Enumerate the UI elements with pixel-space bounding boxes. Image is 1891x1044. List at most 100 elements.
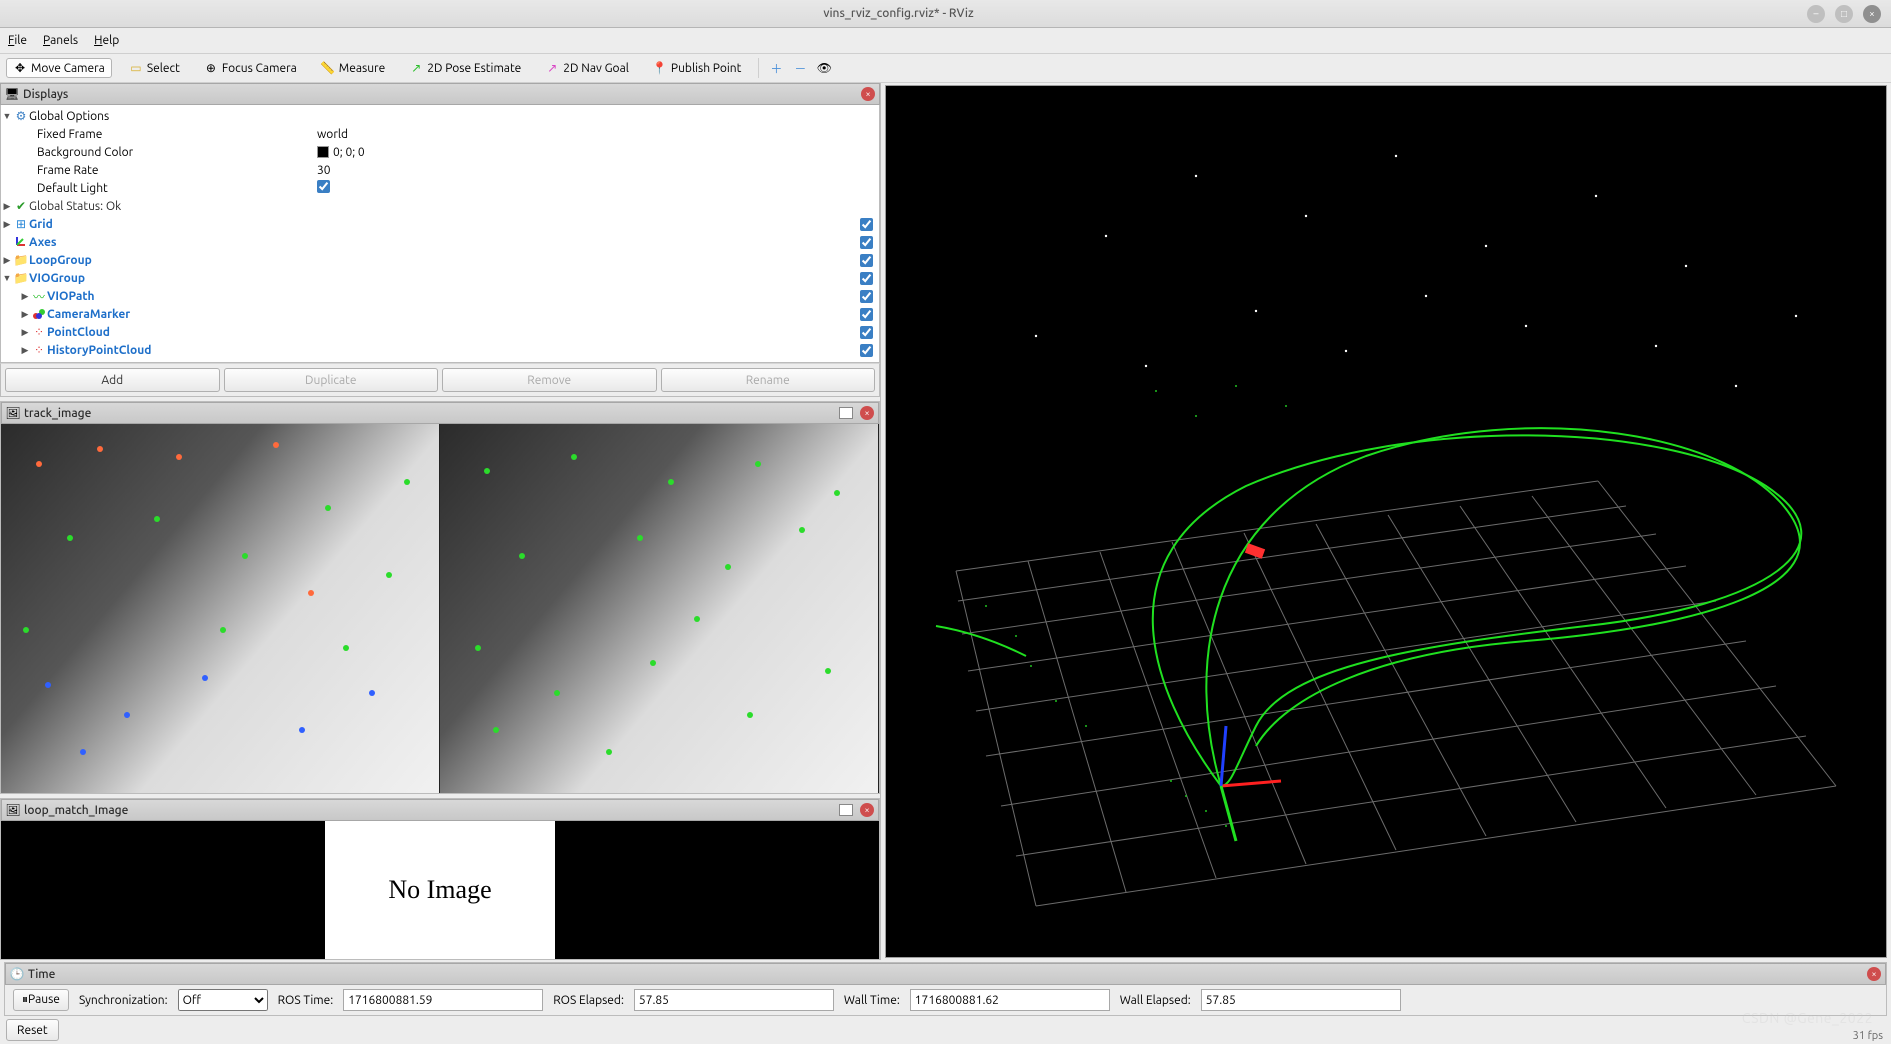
viogroup-checkbox[interactable] bbox=[860, 272, 873, 285]
marker-icon bbox=[31, 306, 47, 323]
loop-image-view[interactable]: No Image bbox=[1, 821, 879, 959]
loop-image-header[interactable]: 🖼 loop_match_Image × bbox=[1, 799, 879, 821]
time-panel-header[interactable]: 🕒 Time × bbox=[5, 963, 1886, 985]
loopgroup-checkbox[interactable] bbox=[860, 254, 873, 267]
prop-fixed-frame[interactable]: Fixed Frame bbox=[37, 128, 317, 141]
pointcloud-checkbox[interactable] bbox=[860, 326, 873, 339]
track-image-header[interactable]: 🖼 track_image × bbox=[1, 402, 879, 424]
prop-bg-color-value[interactable]: 0; 0; 0 bbox=[317, 146, 879, 159]
window-maximize-icon[interactable]: □ bbox=[1835, 5, 1853, 23]
3d-view[interactable] bbox=[885, 85, 1887, 958]
track-close-icon[interactable]: × bbox=[860, 406, 874, 420]
no-image-label: No Image bbox=[325, 821, 555, 959]
prop-bg-color[interactable]: Background Color bbox=[37, 146, 317, 159]
eye-icon[interactable]: 👁 bbox=[817, 61, 831, 75]
prop-framerate-value[interactable]: 30 bbox=[317, 164, 879, 177]
displays-buttons: Add Duplicate Remove Rename bbox=[0, 363, 880, 397]
global-status[interactable]: Global Status: Ok bbox=[29, 200, 309, 213]
minus-icon[interactable]: － bbox=[793, 61, 807, 75]
track-image-title: track_image bbox=[24, 407, 835, 420]
wall-elapsed-label: Wall Elapsed: bbox=[1120, 994, 1191, 1007]
displays-tree[interactable]: ▼⚙Global Options Fixed Frameworld Backgr… bbox=[0, 105, 880, 363]
track-image-view[interactable] bbox=[1, 424, 879, 793]
prop-framerate[interactable]: Frame Rate bbox=[37, 164, 317, 177]
display-viopath[interactable]: VIOPath bbox=[47, 290, 327, 303]
focus-icon: ⊕ bbox=[204, 61, 218, 75]
measure-icon: 📏 bbox=[321, 61, 335, 75]
tool-move-camera[interactable]: ✥ Move Camera bbox=[6, 58, 112, 78]
folder-icon: 📁 bbox=[13, 271, 29, 285]
window-titlebar: vins_rviz_config.rviz* - RViz – □ × bbox=[0, 0, 1891, 28]
display-grid[interactable]: Grid bbox=[29, 218, 309, 231]
3d-scene bbox=[886, 86, 1886, 956]
image-icon: 🖼 bbox=[6, 406, 20, 420]
reset-button[interactable]: Reset bbox=[6, 1019, 59, 1041]
tool-measure[interactable]: 📏 Measure bbox=[314, 58, 392, 78]
axes-icon bbox=[13, 234, 29, 251]
prop-default-light-checkbox[interactable] bbox=[317, 180, 330, 193]
remove-button: Remove bbox=[442, 368, 657, 392]
display-historypointcloud[interactable]: HistoryPointCloud bbox=[47, 344, 327, 357]
historypointcloud-checkbox[interactable] bbox=[860, 344, 873, 357]
window-close-icon[interactable]: × bbox=[1863, 5, 1881, 23]
wall-time-label: Wall Time: bbox=[844, 994, 900, 1007]
display-loopgroup[interactable]: LoopGroup bbox=[29, 254, 309, 267]
prop-default-light[interactable]: Default Light bbox=[37, 182, 317, 195]
window-minimize-icon[interactable]: – bbox=[1807, 5, 1825, 23]
select-icon: ▭ bbox=[129, 61, 143, 75]
rename-button: Rename bbox=[661, 368, 876, 392]
pause-button[interactable]: ⏸Pause bbox=[13, 989, 69, 1011]
add-button[interactable]: Add bbox=[5, 368, 220, 392]
menu-panels[interactable]: Panels bbox=[43, 34, 78, 47]
pose-icon: ↗ bbox=[409, 61, 423, 75]
time-close-icon[interactable]: × bbox=[1867, 967, 1881, 981]
image-icon: 🖼 bbox=[6, 803, 20, 817]
display-pointcloud[interactable]: PointCloud bbox=[47, 326, 327, 339]
loop-image-title: loop_match_Image bbox=[24, 804, 835, 817]
menu-file[interactable]: File bbox=[8, 34, 27, 47]
tool-focus-camera[interactable]: ⊕ Focus Camera bbox=[197, 58, 304, 78]
ros-elapsed-label: ROS Elapsed: bbox=[553, 994, 624, 1007]
tool-select[interactable]: ▭ Select bbox=[122, 58, 187, 78]
toolbar: ✥ Move Camera ▭ Select ⊕ Focus Camera 📏 … bbox=[0, 53, 1891, 83]
camera-left bbox=[1, 424, 440, 793]
cameramarker-checkbox[interactable] bbox=[860, 308, 873, 321]
sync-label: Synchronization: bbox=[79, 994, 168, 1007]
panel-toggle-icon[interactable] bbox=[839, 407, 853, 419]
prop-fixed-frame-value[interactable]: world bbox=[317, 128, 879, 141]
toolbar-separator bbox=[758, 58, 759, 78]
pointcloud-icon: ⁘ bbox=[31, 325, 47, 339]
menu-help[interactable]: Help bbox=[94, 34, 119, 47]
wall-elapsed-value[interactable] bbox=[1201, 989, 1401, 1011]
panel-toggle-icon[interactable] bbox=[839, 804, 853, 816]
axes-checkbox[interactable] bbox=[860, 236, 873, 249]
tool-publish-point[interactable]: 📍 Publish Point bbox=[646, 58, 748, 78]
displays-panel-header[interactable]: 🖥 Displays × bbox=[0, 83, 880, 105]
tool-2d-nav-goal[interactable]: ↗ 2D Nav Goal bbox=[538, 58, 636, 78]
tool-2d-pose-estimate[interactable]: ↗ 2D Pose Estimate bbox=[402, 58, 528, 78]
duplicate-button: Duplicate bbox=[224, 368, 439, 392]
path-icon: 〰 bbox=[31, 288, 47, 305]
fps-label: 31 fps bbox=[1853, 1030, 1883, 1042]
global-options[interactable]: Global Options bbox=[29, 110, 309, 123]
grid-checkbox[interactable] bbox=[860, 218, 873, 231]
wall-time-value[interactable] bbox=[910, 989, 1110, 1011]
plus-icon[interactable]: ＋ bbox=[769, 61, 783, 75]
viopath-checkbox[interactable] bbox=[860, 290, 873, 303]
ros-time-value[interactable] bbox=[343, 989, 543, 1011]
time-title: Time bbox=[28, 968, 1860, 981]
publish-icon: 📍 bbox=[653, 61, 667, 75]
menubar: File Panels Help bbox=[0, 28, 1891, 53]
display-axes[interactable]: Axes bbox=[29, 236, 309, 249]
displays-close-icon[interactable]: × bbox=[861, 87, 875, 101]
ros-elapsed-value[interactable] bbox=[634, 989, 834, 1011]
pointcloud-icon: ⁘ bbox=[31, 343, 47, 357]
monitor-icon: 🖥 bbox=[5, 87, 19, 101]
display-viogroup[interactable]: VIOGroup bbox=[29, 272, 309, 285]
loop-close-icon[interactable]: × bbox=[860, 803, 874, 817]
move-icon: ✥ bbox=[13, 61, 27, 75]
nav-icon: ↗ bbox=[545, 61, 559, 75]
sync-select[interactable]: Off bbox=[178, 989, 268, 1011]
clock-icon: 🕒 bbox=[10, 967, 24, 981]
display-cameramarker[interactable]: CameraMarker bbox=[47, 308, 327, 321]
